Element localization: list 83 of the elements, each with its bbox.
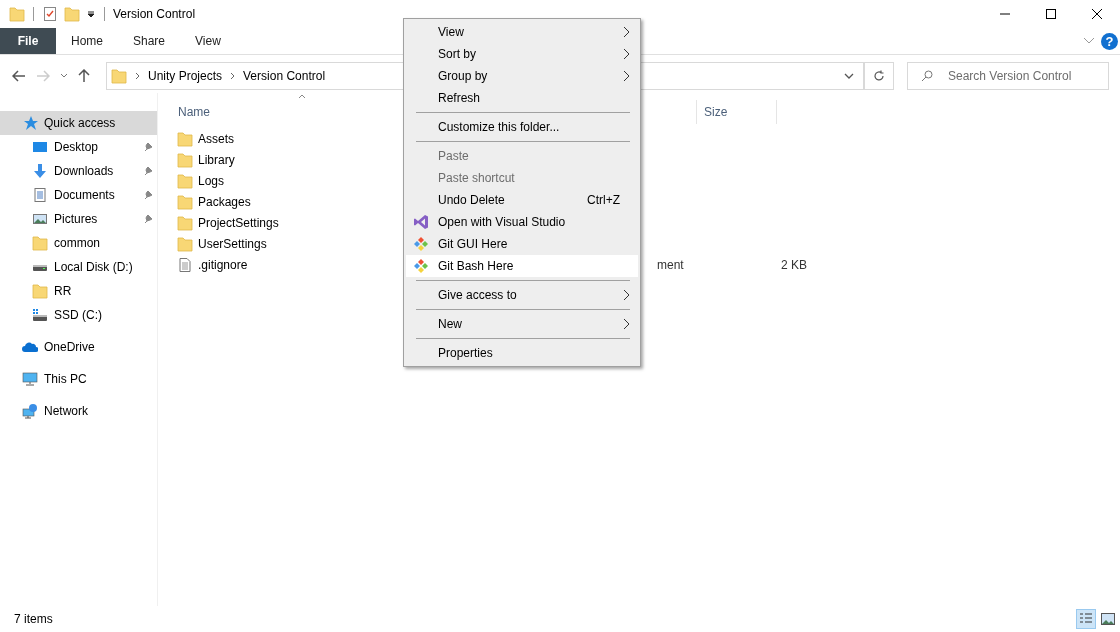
breadcrumb[interactable]: Unity Projects — [148, 69, 223, 83]
git-icon — [413, 236, 429, 252]
download-icon — [32, 163, 48, 179]
menu-item[interactable]: Give access to — [406, 284, 638, 306]
computer-icon — [22, 371, 38, 387]
folder-icon — [32, 283, 48, 299]
shortcut-label: Ctrl+Z — [587, 193, 621, 207]
item-count: 7 items — [14, 612, 53, 626]
checklist-icon[interactable] — [42, 6, 58, 22]
chevron-down-icon[interactable] — [844, 73, 854, 79]
folder-icon — [177, 214, 193, 231]
sidebar-item[interactable]: Desktop — [0, 135, 157, 159]
sidebar-item[interactable]: SSD (C:) — [0, 303, 157, 327]
help-button[interactable]: ? — [1101, 32, 1118, 50]
menu-item[interactable]: Git GUI Here — [406, 233, 638, 255]
file-type: ment — [657, 257, 685, 272]
desktop-icon — [32, 139, 48, 155]
column-header[interactable]: Size — [697, 105, 776, 119]
folder-icon — [177, 130, 193, 147]
pin-icon — [143, 166, 153, 176]
menu-item[interactable]: Properties — [406, 342, 638, 364]
sidebar-item[interactable]: OneDrive — [0, 335, 157, 359]
chevron-right-icon — [623, 289, 630, 301]
window-title: Version Control — [113, 7, 196, 21]
chevron-right-icon — [135, 72, 140, 80]
sidebar-item[interactable]: RR — [0, 279, 157, 303]
chevron-right-icon — [230, 72, 236, 80]
search-field[interactable]: Search Version Control — [907, 62, 1109, 90]
sidebar-item[interactable]: Downloads — [0, 159, 157, 183]
sidebar-item[interactable]: Pictures — [0, 207, 157, 231]
maximize-icon — [1046, 9, 1056, 19]
search-icon — [921, 70, 933, 82]
up-arrow-icon[interactable] — [78, 69, 90, 83]
chevron-right-icon — [623, 70, 630, 82]
drive-icon — [32, 307, 48, 323]
folder-icon — [177, 151, 193, 168]
chevron-right-icon — [623, 26, 630, 38]
file-size: 2 KB — [780, 257, 807, 272]
thumbnail-view-icon — [1101, 613, 1115, 625]
folder-icon — [32, 235, 48, 251]
refresh-icon — [873, 70, 885, 82]
sidebar-item[interactable]: Local Disk (D:) — [0, 255, 157, 279]
picture-icon — [32, 211, 48, 227]
details-view-icon — [1079, 612, 1093, 626]
close-icon — [1092, 9, 1102, 19]
visual-studio-icon — [413, 214, 429, 230]
ribbon-tab[interactable]: Share — [118, 28, 181, 54]
menu-item[interactable]: View — [406, 21, 638, 43]
sidebar-item[interactable]: Quick access — [0, 111, 157, 135]
folder-icon — [177, 172, 193, 189]
ribbon-tab[interactable]: Home — [56, 28, 118, 54]
menu-item[interactable]: Git Bash Here — [406, 255, 638, 277]
menu-item[interactable]: New — [406, 313, 638, 335]
pin-icon — [143, 214, 153, 224]
chevron-down-icon[interactable] — [60, 73, 68, 79]
menu-item[interactable]: Sort by — [406, 43, 638, 65]
menu-item[interactable]: Open with Visual Studio — [406, 211, 638, 233]
back-arrow-icon[interactable] — [12, 70, 26, 82]
document-icon — [32, 187, 48, 203]
sidebar-item[interactable]: Network — [0, 399, 157, 423]
folder-icon — [177, 235, 193, 252]
sidebar-item[interactable]: common — [0, 231, 157, 255]
chevron-right-icon — [623, 318, 630, 330]
chevron-right-icon — [623, 48, 630, 60]
menu-item[interactable]: Undo Delete Ctrl+Z — [406, 189, 638, 211]
ribbon-tab[interactable]: View — [180, 28, 236, 54]
file-icon — [177, 256, 193, 273]
refresh-button[interactable] — [864, 62, 894, 90]
dropdown-icon[interactable] — [86, 9, 96, 19]
menu-item[interactable]: Refresh — [406, 87, 638, 109]
folder-icon — [177, 193, 193, 210]
star-icon — [22, 115, 38, 131]
folder-icon — [111, 68, 127, 84]
network-icon — [22, 403, 38, 419]
pin-icon — [143, 142, 153, 152]
sidebar-item[interactable]: This PC — [0, 367, 157, 391]
menu-item[interactable]: Customize this folder... — [406, 116, 638, 138]
sidebar-item[interactable]: Documents — [0, 183, 157, 207]
menu-item[interactable]: Group by — [406, 65, 638, 87]
git-icon — [413, 258, 429, 274]
pin-icon — [143, 190, 153, 200]
file-menu-button[interactable]: File — [0, 28, 56, 54]
breadcrumb[interactable]: Version Control — [243, 69, 326, 83]
